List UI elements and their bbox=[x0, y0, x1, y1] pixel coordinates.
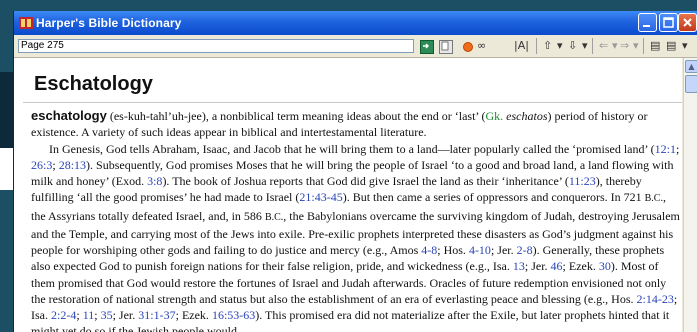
bible-dictionary-window: Harper's Bible Dictionary Page 275 ∞ |A|… bbox=[13, 11, 697, 332]
scripture-ref-link[interactable]: 26:3 bbox=[31, 158, 52, 172]
toolbar-divider bbox=[592, 38, 593, 54]
up-arrow-icon[interactable]: ⇧ bbox=[543, 39, 552, 53]
toolbar-divider bbox=[536, 38, 537, 54]
text-run: ; Jer. bbox=[490, 243, 517, 257]
title-bar[interactable]: Harper's Bible Dictionary bbox=[14, 11, 697, 35]
maximize-icon bbox=[663, 17, 674, 28]
scroll-thumb[interactable] bbox=[685, 75, 697, 93]
scripture-ref-link[interactable]: 2:2-4 bbox=[51, 308, 76, 322]
article-pane: Eschatology eschatology (es-kuh-tahl’uh-… bbox=[14, 58, 682, 332]
scripture-ref-link[interactable]: 30 bbox=[599, 259, 611, 273]
back-arrow-icon[interactable]: ⇐ bbox=[599, 39, 608, 53]
book-icon[interactable]: |A| bbox=[514, 39, 529, 53]
headword: eschatology bbox=[31, 108, 107, 123]
scripture-ref-link[interactable]: 46 bbox=[551, 259, 563, 273]
text-run: ; Jer. bbox=[112, 308, 139, 322]
page-location-field[interactable]: Page 275 bbox=[18, 39, 414, 53]
forward-arrow-icon[interactable]: ⇒ bbox=[620, 39, 629, 53]
text-run: In Genesis, God tells Abraham, Isaac, an… bbox=[49, 141, 655, 156]
scroll-up-icon: ▲ bbox=[688, 62, 695, 71]
layout-icon[interactable]: ▤ bbox=[666, 39, 676, 53]
down-arrow-icon[interactable]: ⇩ bbox=[568, 39, 577, 53]
scripture-ref-link[interactable]: 3:8 bbox=[147, 174, 162, 188]
panel-icon[interactable]: ▤ bbox=[650, 39, 660, 53]
copy-page-button[interactable] bbox=[439, 40, 453, 54]
text-run: ; Hos. bbox=[437, 243, 469, 257]
text-run: ; Ezek. bbox=[175, 308, 212, 322]
scripture-ref-link[interactable]: 28:13 bbox=[59, 158, 86, 172]
go-button[interactable] bbox=[420, 40, 434, 54]
minimize-icon bbox=[643, 25, 650, 27]
page-title: Eschatology bbox=[34, 73, 153, 95]
text-run: ). The book of Joshua reports that God d… bbox=[162, 174, 569, 188]
app-icon bbox=[19, 17, 33, 29]
document-icon bbox=[441, 41, 449, 51]
era-abbreviation: B.C. bbox=[644, 193, 663, 205]
era-abbreviation: B.C. bbox=[264, 211, 284, 223]
heading-divider bbox=[23, 102, 682, 103]
scripture-ref-link[interactable]: 12:1 bbox=[655, 142, 676, 156]
text-run: ; Jer. bbox=[524, 259, 551, 274]
article-body: eschatology (es-kuh-tahl’uh-jee), a nonb… bbox=[31, 108, 681, 332]
toolbar-divider bbox=[643, 38, 644, 54]
maximize-button[interactable] bbox=[659, 13, 678, 32]
text-run: ; Ezek. bbox=[562, 259, 599, 274]
desktop-background bbox=[0, 72, 13, 160]
scripture-ref-link[interactable]: 2-8 bbox=[517, 243, 533, 257]
scripture-ref-link[interactable]: 4-10 bbox=[469, 243, 491, 257]
chevron-down-icon[interactable]: ▾ bbox=[682, 39, 688, 53]
text-run: ; bbox=[675, 141, 680, 156]
close-button[interactable] bbox=[678, 13, 697, 32]
scripture-ref-link[interactable]: 2:14-23 bbox=[637, 292, 674, 306]
vertical-scrollbar[interactable]: ▲ bbox=[683, 58, 697, 332]
scripture-ref-link[interactable]: 11 bbox=[83, 308, 95, 322]
window-title: Harper's Bible Dictionary bbox=[36, 16, 182, 30]
scripture-ref-link[interactable]: 31:1-37 bbox=[138, 308, 175, 322]
text-run: (es-kuh-tahl’uh-jee), a nonbiblical term… bbox=[106, 109, 486, 123]
scripture-ref-link[interactable]: 16:53-63 bbox=[212, 308, 255, 322]
chevron-down-icon[interactable]: ▾ bbox=[633, 39, 639, 53]
chevron-down-icon[interactable]: ▾ bbox=[557, 39, 563, 53]
greek-word: eschatos bbox=[506, 109, 548, 123]
scripture-ref-link[interactable]: 4-8 bbox=[421, 243, 437, 257]
close-icon bbox=[683, 18, 692, 27]
scripture-ref-link[interactable]: 13 bbox=[513, 259, 525, 273]
chevron-down-icon[interactable]: ▾ bbox=[582, 39, 588, 53]
search-button[interactable] bbox=[463, 42, 473, 52]
toolbar: Page 275 ∞ |A| ⇧ ▾ ⇩ ▾ ⇐ ▾ ⇒ ▾ ▤ ▤ ▾ bbox=[14, 35, 697, 58]
binoculars-icon[interactable]: ∞ bbox=[477, 39, 486, 53]
scripture-ref-link[interactable]: 35 bbox=[101, 308, 113, 322]
text-run: ). But then came a series of oppressors … bbox=[342, 190, 645, 205]
scripture-ref-link[interactable]: 11:23 bbox=[569, 174, 596, 188]
chevron-down-icon[interactable]: ▾ bbox=[612, 39, 618, 53]
greek-link[interactable]: Gk. bbox=[486, 109, 507, 123]
minimize-button[interactable] bbox=[638, 13, 657, 32]
scripture-ref-link[interactable]: 21:43-45 bbox=[299, 190, 342, 204]
go-icon bbox=[423, 43, 429, 49]
scroll-up-button[interactable]: ▲ bbox=[685, 60, 697, 73]
